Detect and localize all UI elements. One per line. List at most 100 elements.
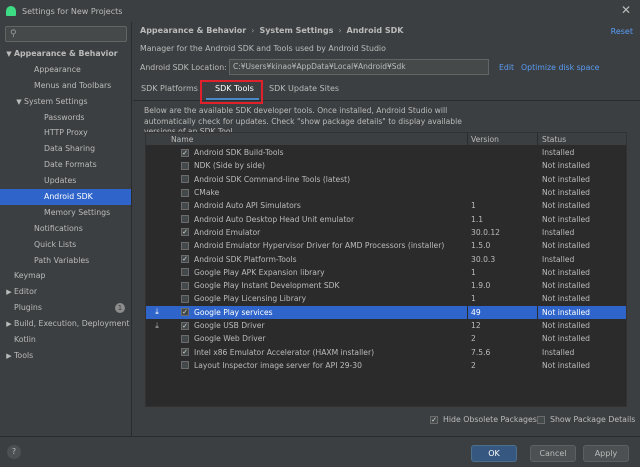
sidebar-item-label: HTTP Proxy (44, 128, 88, 138)
package-checkbox[interactable] (181, 241, 189, 250)
hide-obsolete-checkbox[interactable]: ✓ (430, 415, 438, 424)
table-row[interactable]: Google Play APK Expansion library 1 Not in… (146, 265, 626, 279)
sidebar-item[interactable]: Date Formats (0, 157, 131, 173)
package-checkbox[interactable]: ✓ (181, 348, 189, 357)
chevron-right-icon[interactable]: ▶ (4, 317, 14, 333)
table-row[interactable]: Google Web Driver 2 Not installed (146, 332, 626, 346)
sidebar-item-label: Kotlin (14, 335, 36, 345)
table-row[interactable]: Layout Inspector image server for API 29… (146, 358, 626, 373)
version-cell: 1.5.0 (468, 239, 538, 253)
sidebar-item[interactable]: Path Variables (0, 253, 131, 269)
sidebar-item[interactable]: ▼ Appearance & Behavior (0, 46, 131, 62)
show-details-checkbox[interactable] (537, 415, 545, 424)
sidebar-item[interactable]: Plugins 1 (0, 300, 131, 316)
sidebar-item[interactable]: Kotlin (0, 332, 131, 348)
table-row[interactable]: ⤓ ✓ Google Play services 49 Not installed (146, 305, 626, 319)
status-cell: Installed (542, 148, 575, 158)
column-header-status[interactable]: Status (538, 135, 566, 144)
table-body: ✓ Android SDK Build-Tools Installed NDK (Si… (146, 146, 626, 373)
sidebar-item[interactable]: ▶ Build, Execution, Deployment (0, 316, 131, 332)
sidebar-item[interactable]: ▶ Tools (0, 348, 131, 364)
sdk-location-field[interactable]: C:¥Users¥kinao¥AppData¥Local¥Android¥Sdk (229, 59, 489, 75)
name-cell: Google Play Instant Development SDK (168, 278, 468, 293)
version-cell (468, 185, 538, 200)
status-cell: Not installed (542, 334, 590, 344)
sidebar-item[interactable]: Appearance (0, 62, 131, 78)
package-name: Android SDK Build-Tools (194, 148, 284, 158)
sidebar-item[interactable]: Android SDK (0, 189, 131, 205)
edit-link[interactable]: Edit (499, 63, 514, 72)
cancel-button[interactable]: Cancel (530, 445, 576, 462)
package-checkbox[interactable] (181, 268, 189, 277)
sidebar-item[interactable]: Updates (0, 173, 131, 189)
sidebar-item[interactable]: ▼ System Settings (0, 94, 131, 110)
version-cell: 1 (468, 292, 538, 306)
sidebar-item[interactable]: Menus and Toolbars (0, 78, 131, 94)
package-checkbox[interactable] (181, 294, 189, 303)
status-cell: Installed (542, 227, 575, 237)
table-row[interactable]: ✓ Android Emulator 30.0.12 Installed (146, 225, 626, 240)
show-details-option[interactable]: Show Package Details (537, 415, 635, 424)
table-row[interactable]: Android Auto Desktop Head Unit emulator 1… (146, 212, 626, 226)
sidebar-item[interactable]: Data Sharing (0, 141, 131, 157)
table-row[interactable]: ✓ Android SDK Platform-Tools 30.0.3 Install… (146, 252, 626, 266)
tab-sdk-update-sites[interactable]: SDK Update Sites (269, 84, 339, 93)
package-checkbox[interactable]: ✓ (181, 308, 189, 317)
column-header-name[interactable]: Name (168, 133, 468, 145)
sidebar-item-label: Date Formats (44, 160, 97, 170)
sidebar-item-label: Passwords (44, 112, 85, 122)
package-checkbox[interactable]: ✓ (181, 148, 189, 157)
package-checkbox[interactable]: ✓ (181, 321, 189, 330)
apply-button[interactable]: Apply (583, 445, 629, 462)
table-row[interactable]: Android SDK Command-line Tools (latest) N… (146, 172, 626, 186)
ok-button[interactable]: OK (471, 445, 517, 462)
table-row[interactable]: CMake Not installed (146, 185, 626, 200)
chevron-down-icon[interactable]: ▼ (4, 47, 14, 63)
sidebar-item[interactable]: Memory Settings (0, 205, 131, 221)
package-checkbox[interactable] (181, 215, 189, 224)
hide-obsolete-option[interactable]: ✓ Hide Obsolete Packages (430, 415, 537, 424)
sidebar-item[interactable]: ▶ Editor (0, 284, 131, 300)
package-name: Layout Inspector image server for API 29… (194, 360, 362, 370)
table-row[interactable]: Android Emulator Hypervisor Driver for A… (146, 239, 626, 253)
table-row[interactable]: Android Auto API Simulators 1 Not installe… (146, 199, 626, 213)
column-header-version[interactable]: Version (468, 133, 538, 145)
package-checkbox[interactable] (181, 201, 189, 210)
settings-tree: ▼ Appearance & Behavior Appearance Menus an… (0, 46, 131, 364)
update-count-badge: 1 (115, 303, 125, 314)
package-checkbox[interactable] (181, 361, 189, 370)
package-checkbox[interactable]: ✓ (181, 228, 189, 237)
chevron-down-icon[interactable]: ▼ (14, 95, 24, 111)
package-name: NDK (Side by side) (194, 161, 265, 171)
version-cell (468, 146, 538, 160)
package-checkbox[interactable] (181, 281, 189, 290)
sidebar-item[interactable]: Notifications (0, 221, 131, 237)
package-checkbox[interactable] (181, 334, 189, 343)
package-checkbox[interactable] (181, 161, 189, 170)
sidebar-item-label: Tools (14, 350, 34, 360)
table-row[interactable]: Google Play Licensing Library 1 Not instal… (146, 292, 626, 306)
table-row[interactable]: NDK (Side by side) Not installed (146, 159, 626, 173)
package-checkbox[interactable] (181, 188, 189, 197)
chevron-right-icon[interactable]: ▶ (4, 349, 14, 365)
close-icon[interactable]: ✕ (621, 3, 631, 17)
help-button[interactable]: ? (7, 445, 21, 459)
sidebar-item[interactable]: Quick Lists (0, 237, 131, 253)
chevron-right-icon[interactable]: ▶ (4, 285, 14, 301)
sidebar-item[interactable]: Passwords (0, 110, 131, 126)
search-input[interactable]: ⚲ (5, 26, 127, 42)
table-row[interactable]: ✓ Intel x86 Emulator Accelerator (HAXM in… (146, 345, 626, 359)
tab-sdk-platforms[interactable]: SDK Platforms (141, 84, 198, 93)
breadcrumb-item: Android SDK (346, 26, 404, 35)
table-row[interactable]: Google Play Instant Development SDK 1.9.0… (146, 278, 626, 293)
name-cell: ✓ Android SDK Platform-Tools (168, 252, 468, 266)
reset-link[interactable]: Reset (611, 27, 633, 36)
sidebar-item[interactable]: Keymap (0, 268, 131, 284)
version-cell: 1.1 (468, 212, 538, 226)
package-checkbox[interactable] (181, 175, 189, 184)
optimize-disk-space-link[interactable]: Optimize disk space (521, 63, 599, 72)
table-row[interactable]: ✓ Android SDK Build-Tools Installed (146, 146, 626, 160)
table-row[interactable]: ⤓ ✓ Google USB Driver 12 Not installed (146, 318, 626, 333)
package-checkbox[interactable]: ✓ (181, 255, 189, 264)
sidebar-item[interactable]: HTTP Proxy (0, 125, 131, 141)
